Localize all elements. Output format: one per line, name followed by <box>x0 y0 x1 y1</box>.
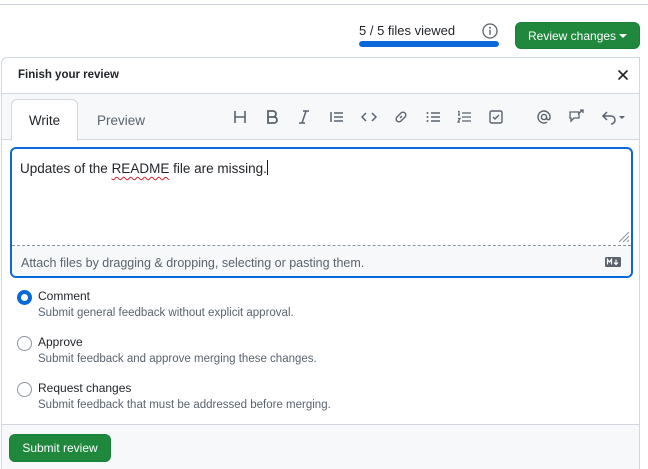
review-comment-textarea[interactable]: Updates of the README file are missing. … <box>10 147 633 278</box>
option-description: Submit feedback that must be addressed b… <box>38 399 331 411</box>
submit-review-button[interactable]: Submit review <box>9 434 111 462</box>
tab-preview[interactable]: Preview <box>97 113 145 128</box>
editor-text-after: file are missing. <box>169 161 267 176</box>
editor-content: Updates of the README file are missing. <box>20 160 268 176</box>
task-list-icon[interactable] <box>487 108 505 126</box>
heading-icon[interactable] <box>231 108 249 126</box>
panel-footer: Submit review <box>2 424 639 469</box>
unordered-list-icon[interactable] <box>424 108 442 126</box>
approve-radio[interactable] <box>17 336 32 351</box>
files-viewed-progress-fill <box>359 41 499 47</box>
option-approve[interactable]: Approve Submit feedback and approve merg… <box>17 333 517 373</box>
chevron-down-icon <box>619 115 625 119</box>
tab-write[interactable]: Write <box>11 99 78 141</box>
editor-misspelled-word: README <box>111 161 170 176</box>
quote-icon[interactable] <box>328 108 346 126</box>
reference-icon[interactable] <box>567 108 585 126</box>
text-caret <box>266 160 268 175</box>
bold-icon[interactable] <box>263 108 281 126</box>
panel-title: Finish your review <box>18 69 119 81</box>
files-viewed-text: 5 / 5 files viewed <box>359 23 456 38</box>
option-description: Submit feedback and approve merging thes… <box>38 353 317 365</box>
markdown-icon[interactable] <box>605 257 621 267</box>
option-description: Submit general feedback without explicit… <box>38 307 294 319</box>
close-icon[interactable] <box>616 68 630 82</box>
option-label: Comment <box>38 289 91 303</box>
code-icon[interactable] <box>360 108 378 126</box>
editor-tab-bar: Write Preview <box>2 94 639 141</box>
chevron-down-icon <box>619 34 627 38</box>
resize-grip-icon[interactable] <box>616 229 630 243</box>
mention-icon[interactable] <box>535 108 553 126</box>
option-label: Approve <box>38 335 83 349</box>
files-viewed-progress <box>359 41 499 47</box>
top-divider <box>0 4 648 5</box>
ordered-list-icon[interactable] <box>455 108 473 126</box>
option-comment[interactable]: Comment Submit general feedback without … <box>17 287 517 327</box>
attach-files-hint: Attach files by dragging & dropping, sel… <box>21 256 365 270</box>
option-request-changes[interactable]: Request changes Submit feedback that mus… <box>17 379 517 419</box>
review-changes-label: Review changes <box>528 28 617 43</box>
attach-files-bar[interactable]: Attach files by dragging & dropping, sel… <box>12 246 631 276</box>
undo-icon[interactable] <box>599 108 627 126</box>
link-icon[interactable] <box>392 108 410 126</box>
request-changes-radio[interactable] <box>17 382 32 397</box>
editor-text-before: Updates of the <box>20 161 112 176</box>
option-label: Request changes <box>38 381 132 395</box>
comment-radio[interactable] <box>17 290 32 305</box>
italic-icon[interactable] <box>295 108 313 126</box>
finish-review-panel: Finish your review Write Preview Updates… <box>1 57 640 469</box>
review-changes-button[interactable]: Review changes <box>515 22 640 49</box>
info-icon[interactable] <box>482 23 498 39</box>
